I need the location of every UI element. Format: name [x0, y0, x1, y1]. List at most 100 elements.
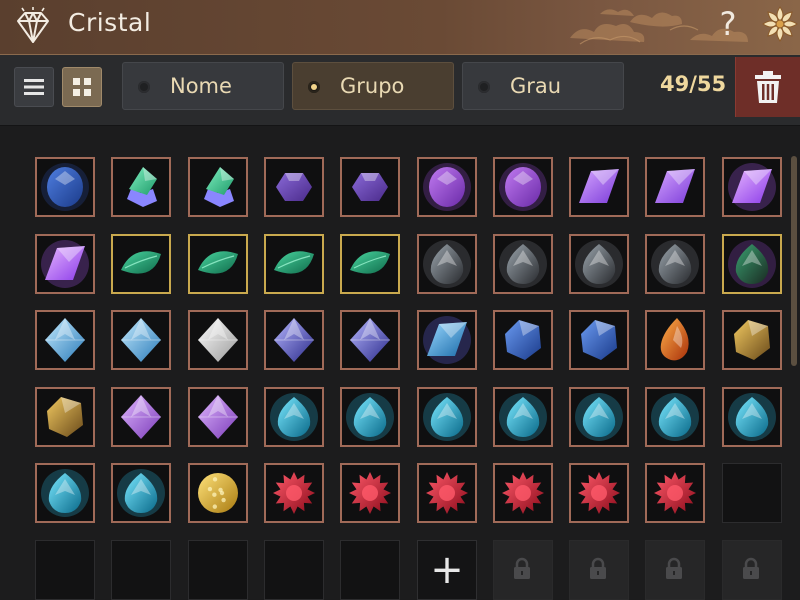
- amethyst-shard-icon: [655, 169, 695, 203]
- obsidian-drop-icon: [651, 240, 699, 288]
- crystal-slot[interactable]: [111, 463, 171, 523]
- crystal-slot[interactable]: [35, 310, 95, 370]
- crystal-slot[interactable]: [188, 157, 248, 217]
- crystal-slot[interactable]: [569, 157, 629, 217]
- crystal-slot[interactable]: [722, 310, 782, 370]
- crystal-slot[interactable]: [417, 310, 477, 370]
- crystal-slot[interactable]: [340, 157, 400, 217]
- sapphire-rough-icon: [581, 320, 617, 360]
- crystal-slot[interactable]: [569, 310, 629, 370]
- crystal-slot[interactable]: [645, 310, 705, 370]
- sort-by-grade-radio[interactable]: Grau: [462, 62, 624, 110]
- diamond-silver-icon: [198, 318, 238, 362]
- crystal-slot[interactable]: [493, 234, 553, 294]
- crystal-slot[interactable]: [340, 387, 400, 447]
- crystal-slot[interactable]: [417, 463, 477, 523]
- ruby-star-icon: [426, 472, 468, 514]
- trash-icon: [755, 71, 781, 103]
- sort-grade-label: Grau: [510, 74, 562, 98]
- amethyst-oval-icon: [423, 163, 471, 211]
- crystal-slot[interactable]: [188, 387, 248, 447]
- crystal-slot[interactable]: [493, 387, 553, 447]
- obsidian-drop-icon: [575, 240, 623, 288]
- add-slot-button[interactable]: +: [417, 540, 477, 600]
- sort-by-name-radio[interactable]: Nome: [122, 62, 284, 110]
- crystal-slot[interactable]: [340, 310, 400, 370]
- help-icon: ?: [719, 5, 737, 43]
- lotus-flower-icon: [762, 6, 798, 42]
- empty-slot[interactable]: [111, 540, 171, 600]
- crystal-slot[interactable]: [35, 387, 95, 447]
- help-button[interactable]: ?: [712, 4, 744, 44]
- crystal-lightning-icon: [423, 316, 471, 364]
- crystal-slot[interactable]: [340, 463, 400, 523]
- crystal-slot[interactable]: [35, 463, 95, 523]
- crystal-slot[interactable]: [111, 157, 171, 217]
- crystal-slot[interactable]: [188, 463, 248, 523]
- crystal-slot[interactable]: [645, 234, 705, 294]
- crystal-slot[interactable]: [722, 157, 782, 217]
- aquamarine-drop-icon: [346, 393, 394, 441]
- crystal-slot[interactable]: [188, 310, 248, 370]
- crystal-slot[interactable]: [645, 387, 705, 447]
- delete-button[interactable]: [735, 57, 800, 117]
- crystal-slot[interactable]: [569, 234, 629, 294]
- crystal-slot[interactable]: [264, 157, 324, 217]
- crystal-slot[interactable]: [645, 463, 705, 523]
- ruby-star-icon: [349, 472, 391, 514]
- ruby-star-icon: [502, 472, 544, 514]
- sort-group-label: Grupo: [340, 74, 405, 98]
- fire-opal-icon: [660, 318, 689, 361]
- obsidian-drop-icon: [423, 240, 471, 288]
- ruby-star-icon: [578, 472, 620, 514]
- crystal-slot[interactable]: [264, 310, 324, 370]
- inventory-toolbar: Nome Grupo Grau 49/55: [0, 55, 800, 126]
- crystal-slot[interactable]: [722, 234, 782, 294]
- crystal-slot[interactable]: [264, 234, 324, 294]
- crystal-slot[interactable]: [493, 157, 553, 217]
- aquamarine-drop-icon: [499, 393, 547, 441]
- crystal-slot[interactable]: [569, 463, 629, 523]
- locked-slot: [722, 540, 782, 600]
- crystal-slot[interactable]: [493, 463, 553, 523]
- sort-by-group-radio[interactable]: Grupo: [292, 62, 454, 110]
- empty-slot[interactable]: [340, 540, 400, 600]
- crystal-slot[interactable]: [35, 157, 95, 217]
- crystal-slot[interactable]: [35, 234, 95, 294]
- crystal-slot[interactable]: [111, 234, 171, 294]
- crystal-slot[interactable]: [722, 387, 782, 447]
- aquamarine-drop-icon: [575, 393, 623, 441]
- empty-slot[interactable]: [264, 540, 324, 600]
- crystal-slot[interactable]: [111, 310, 171, 370]
- jade-leaf-icon: [121, 251, 161, 274]
- amethyst-oval-icon: [499, 163, 547, 211]
- crystal-slot[interactable]: [188, 234, 248, 294]
- grid-scrollbar[interactable]: [791, 156, 797, 366]
- jade-leaf-icon: [198, 251, 238, 274]
- aquamarine-drop-icon: [270, 393, 318, 441]
- ruby-star-icon: [654, 472, 696, 514]
- grid-view-button[interactable]: [62, 67, 102, 107]
- radio-icon: [478, 81, 490, 93]
- crystal-slot[interactable]: [417, 157, 477, 217]
- emerald-cluster-icon: [204, 167, 234, 207]
- list-view-button[interactable]: [14, 67, 54, 107]
- crystal-slot[interactable]: [264, 463, 324, 523]
- crystal-slot[interactable]: [417, 234, 477, 294]
- crystal-slot[interactable]: [569, 387, 629, 447]
- crystal-slot[interactable]: [417, 387, 477, 447]
- amethyst-block-icon: [121, 395, 161, 439]
- crystal-slot[interactable]: [264, 387, 324, 447]
- crystal-slot[interactable]: [493, 310, 553, 370]
- settings-button[interactable]: [760, 4, 800, 44]
- plus-icon: +: [430, 547, 464, 593]
- aquamarine-drop-icon: [728, 393, 776, 441]
- crystal-slot[interactable]: [645, 157, 705, 217]
- empty-slot[interactable]: [35, 540, 95, 600]
- crystal-slot[interactable]: [340, 234, 400, 294]
- empty-slot[interactable]: [722, 463, 782, 523]
- lock-icon: [666, 557, 682, 579]
- crystal-slot[interactable]: [111, 387, 171, 447]
- empty-slot[interactable]: [188, 540, 248, 600]
- lock-icon: [514, 557, 530, 579]
